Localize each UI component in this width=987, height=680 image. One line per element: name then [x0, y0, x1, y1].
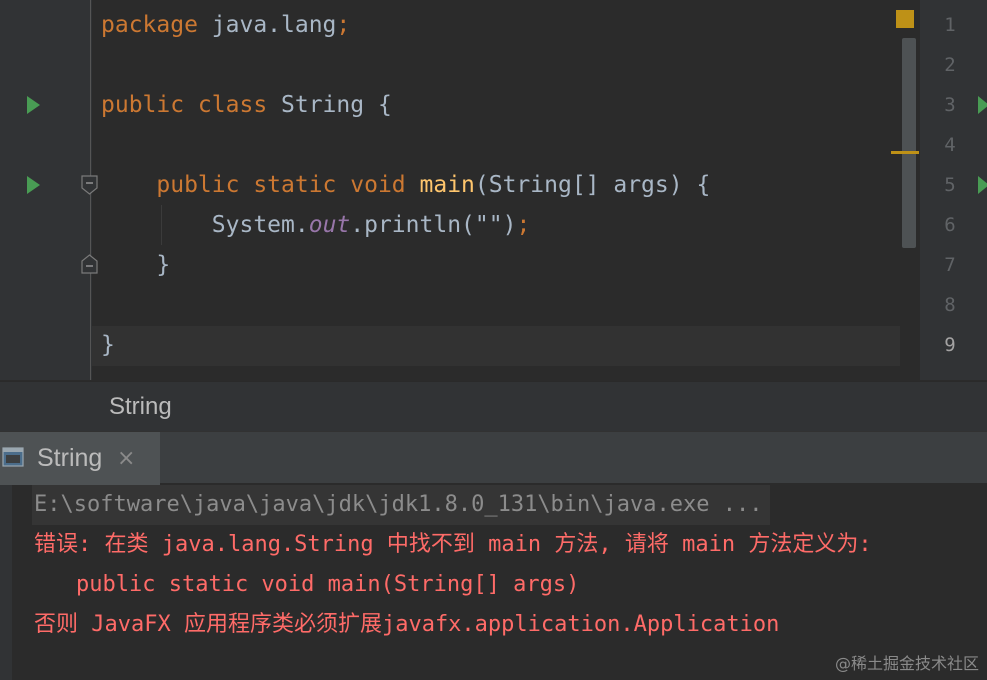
- line-number: 8: [944, 294, 956, 316]
- breadcrumb-bar: String: [0, 381, 987, 431]
- line-number: 9: [944, 334, 956, 356]
- console-error-line: public static void main(String[] args): [76, 572, 580, 597]
- console-error-line: 否则 JavaFX 应用程序类必须扩展javafx.application.Ap…: [34, 612, 780, 637]
- code-line[interactable]: System.out.println("");: [101, 205, 531, 245]
- run-main-gutter-icon[interactable]: [978, 176, 987, 194]
- fold-collapse-icon[interactable]: [81, 175, 98, 195]
- console-toolbar-strip: [0, 485, 12, 680]
- line-number: 5: [944, 174, 956, 196]
- code-line[interactable]: }: [101, 325, 115, 365]
- code-token: out: [308, 212, 351, 238]
- code-line[interactable]: package java.lang;: [101, 5, 350, 45]
- breadcrumb-item-string[interactable]: String: [109, 382, 172, 432]
- current-line-highlight: [92, 326, 918, 366]
- code-editor[interactable]: package java.lang; public class String { …: [0, 0, 987, 380]
- close-tab-icon[interactable]: ×: [117, 432, 135, 485]
- run-class-icon[interactable]: [27, 96, 40, 114]
- run-class-gutter-icon[interactable]: [978, 96, 987, 114]
- editor-scrollbar-thumb[interactable]: [902, 38, 916, 248]
- watermark-text: @稀土掘金技术社区: [834, 654, 979, 673]
- fold-end-icon[interactable]: [81, 254, 98, 274]
- editor-gutter: [0, 0, 92, 380]
- code-token: System.: [101, 212, 309, 238]
- warning-stripe-marker[interactable]: [891, 151, 919, 154]
- run-tool-window-header: String ×: [0, 431, 987, 485]
- line-number: 4: [944, 134, 956, 156]
- console-command-line: E:\software\java\java\jdk\jdk1.8.0_131\b…: [32, 485, 771, 525]
- code-line[interactable]: public class String {: [101, 85, 392, 125]
- code-token: .println(: [350, 212, 475, 238]
- code-token: java.lang: [211, 12, 337, 38]
- run-console[interactable]: E:\software\java\java\jdk\jdk1.8.0_131\b…: [0, 485, 987, 680]
- run-tab-string[interactable]: String ×: [0, 432, 160, 485]
- line-number: 3: [944, 94, 956, 116]
- line-number: 7: [944, 254, 956, 276]
- console-icon: [2, 446, 24, 468]
- code-token: public class: [101, 92, 282, 118]
- code-token: public static void: [101, 172, 420, 198]
- code-token: package: [101, 12, 212, 38]
- line-number: 2: [944, 54, 956, 76]
- run-tab-label: String: [37, 444, 103, 472]
- code-token: (String[] args) {: [474, 172, 711, 198]
- line-number: 6: [944, 214, 956, 236]
- console-error-line: 错误: 在类 java.lang.String 中找不到 main 方法, 请将…: [34, 532, 872, 557]
- code-token: ;: [336, 12, 351, 38]
- code-token: main: [419, 172, 475, 198]
- code-line[interactable]: public static void main(String[] args) {: [101, 165, 710, 205]
- code-token: }: [101, 252, 171, 278]
- code-token: ): [502, 212, 517, 238]
- run-main-icon[interactable]: [27, 176, 40, 194]
- inspection-warning-icon[interactable]: [896, 10, 914, 28]
- code-token: String {: [281, 92, 392, 118]
- code-token: }: [101, 332, 115, 358]
- code-token: ;: [516, 212, 531, 238]
- code-token: "": [474, 212, 503, 238]
- line-number: 1: [944, 14, 956, 36]
- code-line[interactable]: }: [101, 245, 170, 285]
